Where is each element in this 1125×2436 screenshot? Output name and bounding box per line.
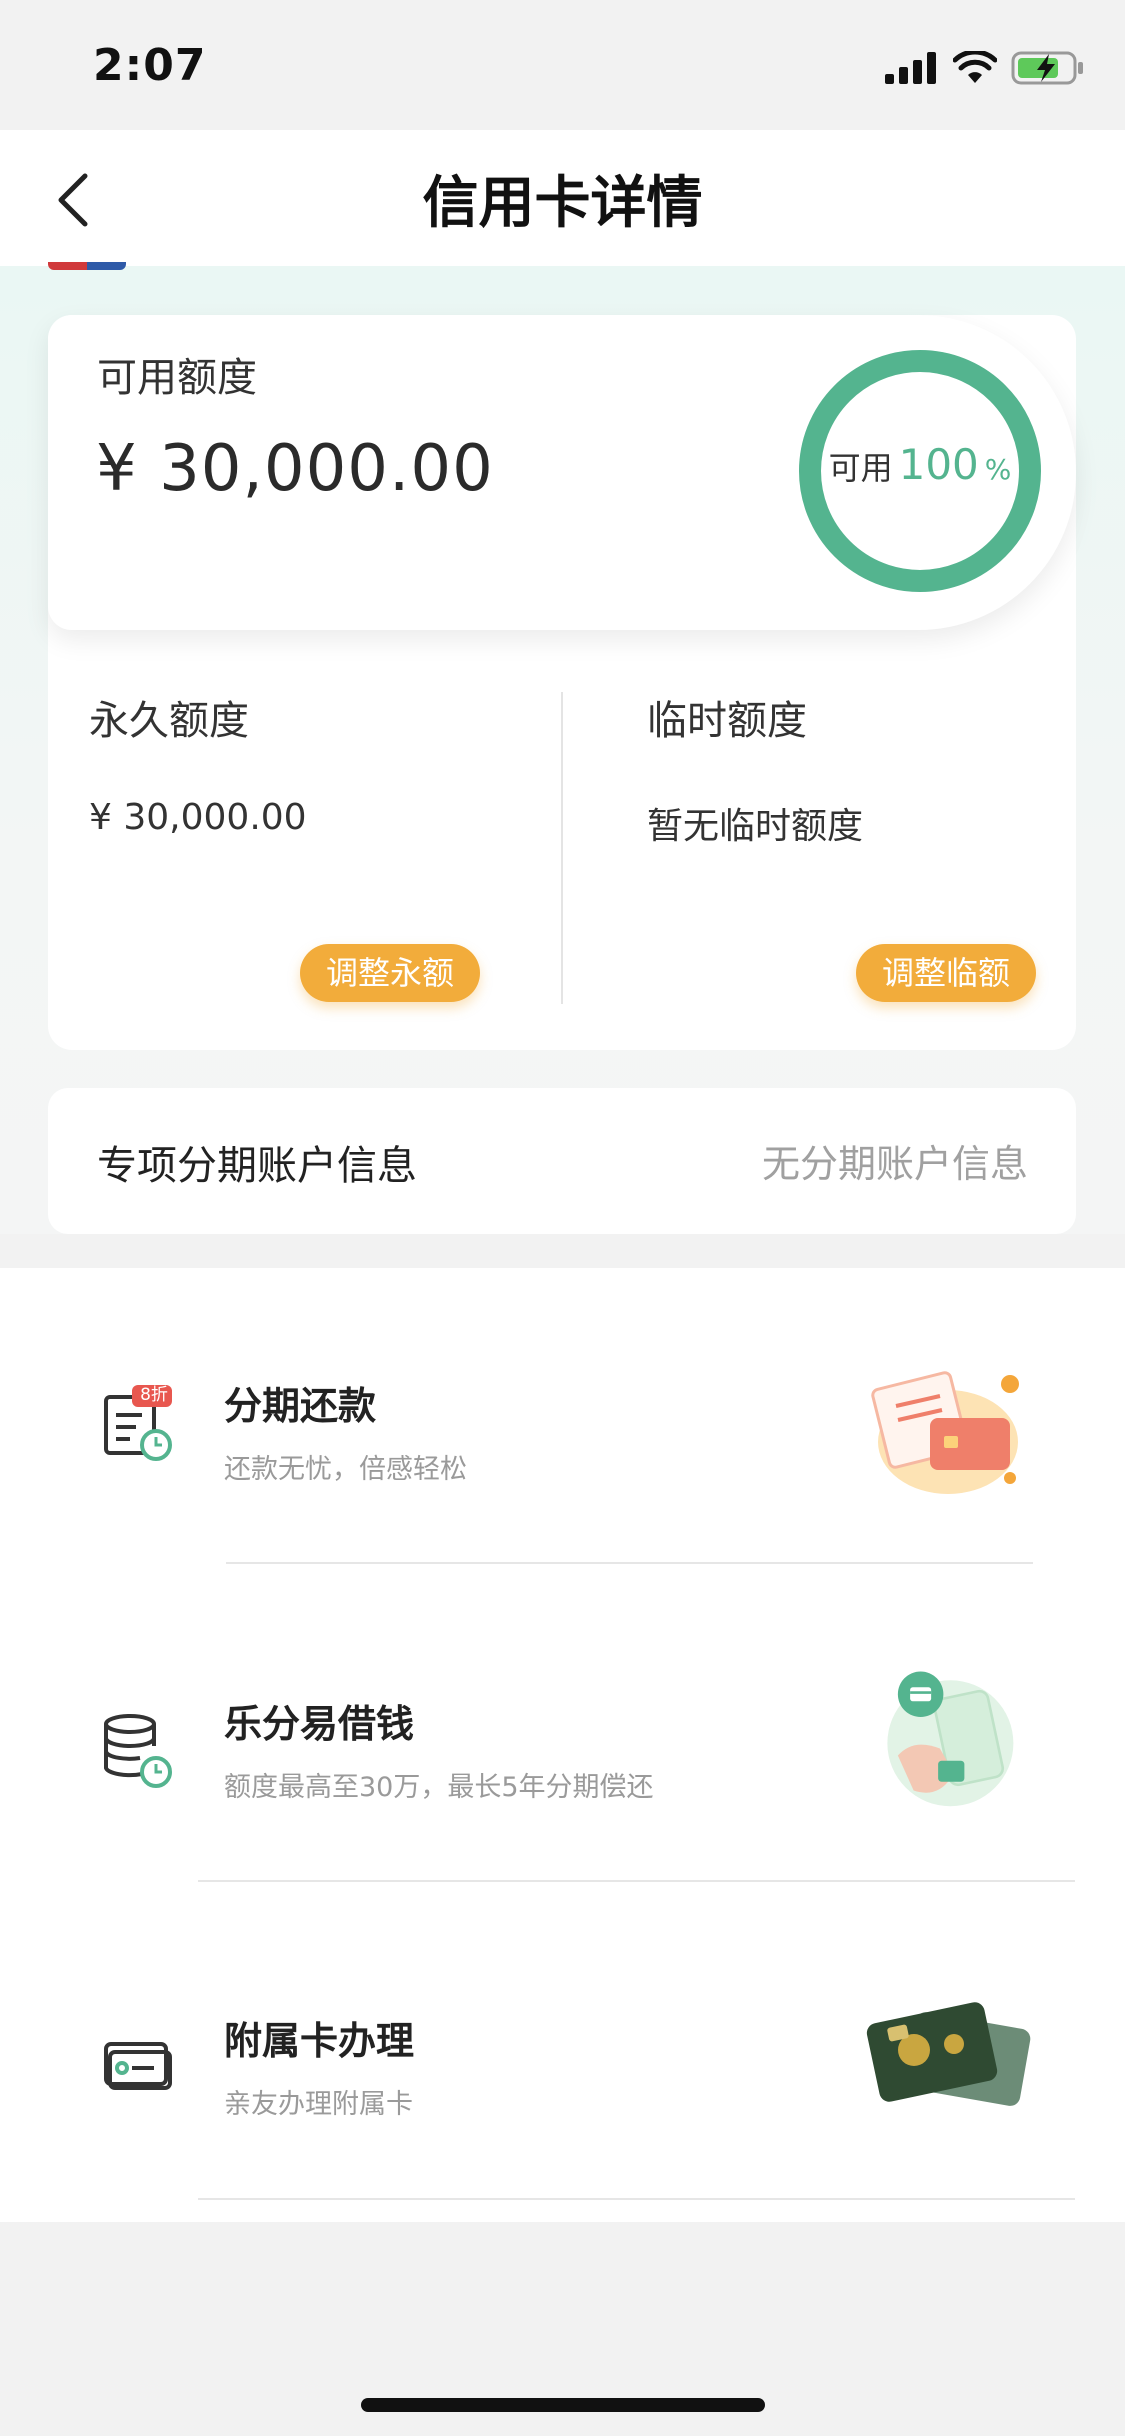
available-limit-amount: ¥ 30,000.00 [96, 432, 494, 506]
coins-clock-icon [104, 1714, 172, 1788]
column-divider [561, 692, 563, 1004]
status-time: 2:07 [93, 40, 207, 91]
discount-badge: 8折 [140, 1385, 168, 1405]
list-item-subtitle: 额度最高至30万，最长5年分期偿还 [224, 1772, 654, 1803]
temporary-limit-label: 临时额度 [647, 698, 807, 744]
card-icon [104, 2042, 172, 2090]
adjust-permanent-button[interactable]: 调整永额 [300, 944, 480, 1002]
list-item-title: 分期还款 [224, 1384, 377, 1428]
status-icons [885, 48, 1085, 88]
temporary-limit-value: 暂无临时额度 [647, 806, 864, 847]
home-indicator [361, 2398, 765, 2412]
list-item-title: 附属卡办理 [224, 2019, 415, 2063]
permanent-limit-value: ¥ 30,000.00 [89, 797, 307, 838]
ring-available-label: 可用 [828, 449, 893, 487]
ring-label: 可用 100% [797, 440, 1043, 489]
signal-icon [885, 52, 936, 84]
list-item-subtitle: 亲友办理附属卡 [224, 2089, 413, 2120]
page-title: 信用卡详情 [422, 171, 703, 236]
card-image-edge [48, 262, 126, 270]
list-item-subtitle: 还款无忧，倍感轻松 [224, 1454, 467, 1485]
ring-percent-value: 100 [898, 440, 979, 489]
battery-charging-icon [1011, 51, 1083, 85]
adjust-temporary-button[interactable]: 调整临额 [856, 944, 1036, 1002]
available-limit-label: 可用额度 [97, 355, 257, 401]
installment-illustration [871, 1371, 1019, 1494]
supplementary-card-illustration [866, 2002, 1031, 2106]
list-separator [226, 1562, 1033, 1564]
installment-account-label: 专项分期账户信息 [97, 1143, 417, 1189]
ring-percent-sign: % [984, 453, 1012, 486]
loan-illustration [887, 1671, 1014, 1807]
list-separator [198, 1880, 1075, 1882]
wifi-icon [953, 51, 997, 83]
list-item-title: 乐分易借钱 [224, 1702, 415, 1746]
list-separator [198, 2198, 1075, 2200]
permanent-limit-label: 永久额度 [89, 698, 249, 744]
installment-account-value: 无分期账户信息 [761, 1142, 1028, 1186]
